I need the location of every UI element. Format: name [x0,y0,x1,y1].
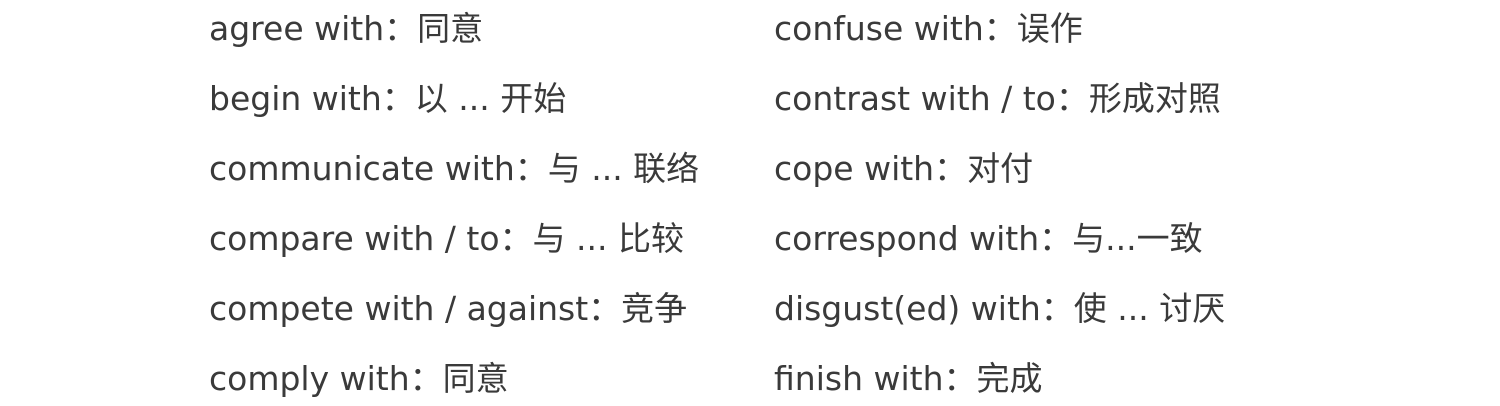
phrase-list-right: confuse with：误作 contrast with / to：形成对照 … [774,0,1225,396]
phrase-begin-with: begin with：以 ... 开始 [209,79,567,118]
phrase-agree-with: agree with：同意 [209,9,484,48]
phrase-cope-with: cope with：对付 [774,149,1034,188]
phrase-correspond-with: correspond with：与...一致 [774,219,1203,258]
phrase-communicate-with: communicate with：与 ... 联络 [209,149,700,188]
phrase-finish-with: finish with：完成 [774,359,1043,398]
phrase-compare-with: compare with / to：与 ... 比较 [209,219,684,258]
phrase-compete-with: compete with / against：竞争 [209,289,688,328]
phrase-disgusted-with: disgust(ed) with：使 ... 讨厌 [774,289,1226,328]
phrase-confuse-with: confuse with：误作 [774,9,1083,48]
phrase-comply-with: comply with：同意 [209,359,509,398]
phrase-list-left: agree with：同意 begin with：以 ... 开始 commun… [209,0,699,396]
phrase-contrast-with: contrast with / to：形成对照 [774,79,1221,118]
